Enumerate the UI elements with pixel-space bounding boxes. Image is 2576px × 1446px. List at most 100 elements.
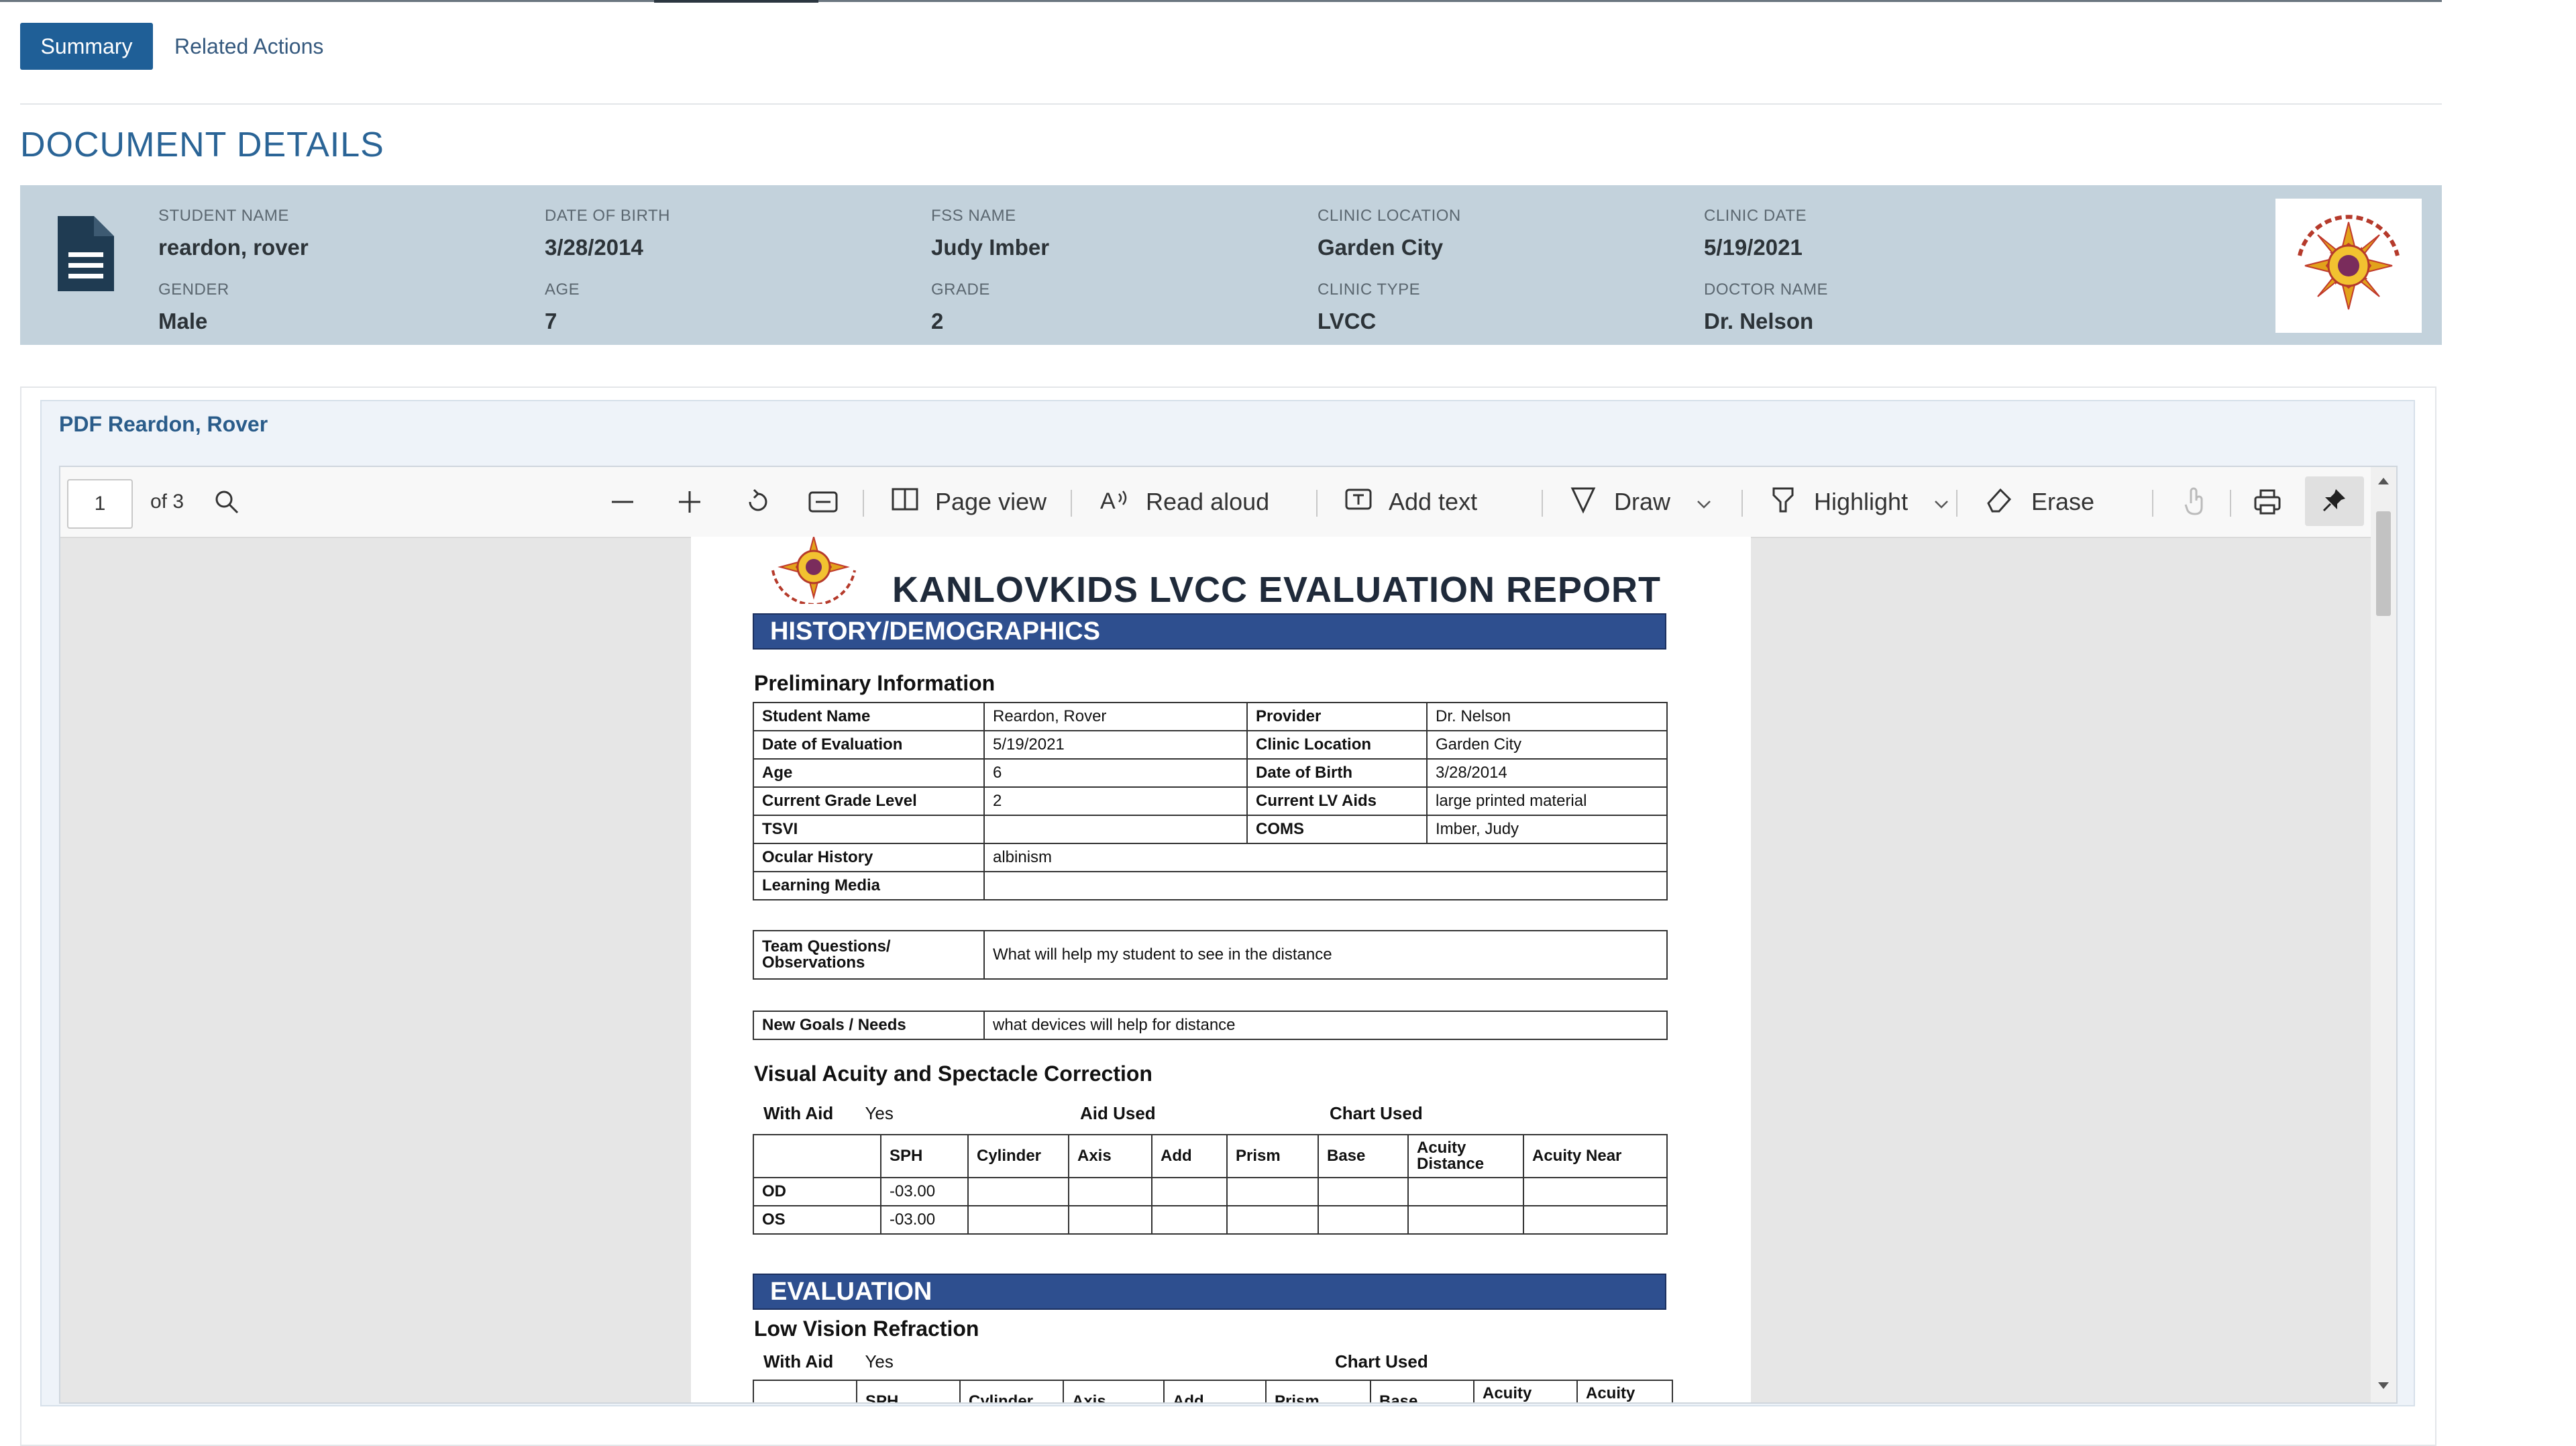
value: reardon, rover <box>158 235 309 260</box>
table-header-cell: Add <box>1151 1134 1228 1178</box>
table-header-cell: Acuity Near <box>1523 1134 1668 1178</box>
value: Dr. Nelson <box>1704 309 1814 333</box>
label: DOCTOR NAME <box>1704 280 1829 299</box>
zoom-out-icon[interactable] <box>609 467 636 537</box>
table-cell <box>1407 1177 1524 1206</box>
table-label-cell: Date of Birth <box>1246 758 1428 788</box>
pdf-title: PDF Reardon, Rover <box>59 412 268 436</box>
tab-summary[interactable]: Summary <box>20 23 153 70</box>
clinic-type-field: CLINIC TYPE LVCC <box>1318 280 1420 334</box>
highlighter-icon <box>1770 484 1796 520</box>
chart-used-label: Chart Used <box>1330 1103 1423 1123</box>
vertical-scrollbar[interactable] <box>2371 467 2396 1402</box>
highlight-button[interactable]: Highlight <box>1770 467 1949 537</box>
page-count: of 3 <box>150 490 184 513</box>
search-icon[interactable] <box>213 467 240 537</box>
table-header-row: SPHCylinderAxisAddPrismBaseAcuity Distan… <box>753 1380 1673 1402</box>
table-cell: -03.00 <box>880 1205 969 1235</box>
table-cell <box>1151 1177 1228 1206</box>
table-label-cell: COMS <box>1246 815 1428 844</box>
value: Judy Imber <box>931 235 1050 260</box>
table-header-cell <box>753 1134 881 1178</box>
value: 3/28/2014 <box>545 235 643 260</box>
pin-icon <box>2321 486 2348 517</box>
scroll-up-icon[interactable] <box>2377 476 2390 488</box>
page-view-icon <box>891 486 919 519</box>
new-goals-value: what devices will help for distance <box>983 1011 1668 1040</box>
ocular-history-label: Ocular History <box>753 843 985 872</box>
page-view-button[interactable]: Page view <box>891 467 1046 537</box>
draw-button[interactable]: Draw <box>1570 467 1712 537</box>
pdf-viewer[interactable]: 1 of 3 Page view A Read aloud Add text D… <box>59 466 2398 1404</box>
add-text-button[interactable]: Add text <box>1344 467 1477 537</box>
team-questions-value: What will help my student to see in the … <box>983 930 1668 980</box>
report-seal-logo <box>763 537 864 607</box>
low-vision-refraction-title: Low Vision Refraction <box>754 1316 979 1341</box>
rotate-icon[interactable] <box>743 467 773 537</box>
table-row: Age 6 Date of Birth 3/28/2014 <box>753 758 1668 788</box>
touch-icon[interactable] <box>2182 467 2207 537</box>
label: STUDENT NAME <box>158 207 289 225</box>
erase-button[interactable]: Erase <box>1984 467 2094 537</box>
table-header-cell: Base <box>1318 1134 1409 1178</box>
tab-related-actions[interactable]: Related Actions <box>174 23 323 70</box>
evaluation-banner: EVALUATION <box>753 1274 1666 1310</box>
table-label-cell: Current LV Aids <box>1246 786 1428 816</box>
highlight-label: Highlight <box>1814 488 1909 515</box>
table-value-cell: Garden City <box>1426 730 1668 760</box>
lvr-with-aid-value: Yes <box>865 1351 894 1372</box>
table-header-row: SPHCylinderAxisAddPrismBaseAcuity Distan… <box>753 1134 1668 1178</box>
ocular-history-value: albinism <box>983 843 1668 872</box>
table-header-cell: Cylinder <box>967 1134 1069 1178</box>
gender-field: GENDER Male <box>158 280 229 334</box>
read-aloud-button[interactable]: A Read aloud <box>1100 467 1269 537</box>
table-header-cell <box>753 1380 857 1402</box>
add-text-icon <box>1344 486 1373 519</box>
learning-media-value <box>983 871 1668 900</box>
table-header-cell: Axis <box>1063 1380 1165 1402</box>
table-header-cell: Prism <box>1226 1134 1319 1178</box>
chevron-down-icon[interactable] <box>1696 488 1712 516</box>
scroll-down-icon[interactable] <box>2377 1381 2390 1393</box>
lvr-with-aid-label: With Aid <box>763 1351 834 1372</box>
draw-icon <box>1570 484 1597 520</box>
new-goals-table: New Goals / Needs what devices will help… <box>753 1011 1668 1040</box>
low-vision-refraction-table: SPHCylinderAxisAddPrismBaseAcuity Distan… <box>753 1380 1673 1402</box>
table-value-cell: Dr. Nelson <box>1426 702 1668 731</box>
table-label-cell: Age <box>753 758 985 788</box>
label: CLINIC TYPE <box>1318 280 1421 299</box>
table-header-cell: Add <box>1163 1380 1267 1402</box>
label: AGE <box>545 280 580 299</box>
print-icon[interactable] <box>2253 467 2282 537</box>
report-title: KANLOVKIDS LVCC EVALUATION REPORT <box>892 570 1662 610</box>
value: 2 <box>931 309 944 333</box>
zoom-in-icon[interactable] <box>676 467 703 537</box>
label: DATE OF BIRTH <box>545 207 670 225</box>
page-view-label: Page view <box>935 488 1047 515</box>
label: GENDER <box>158 280 229 299</box>
svg-text:A: A <box>1100 488 1116 513</box>
table-cell: -03.00 <box>880 1177 969 1206</box>
pdf-toolbar: 1 of 3 Page view A Read aloud Add text D… <box>60 467 2396 538</box>
history-banner: HISTORY/DEMOGRAPHICS <box>753 613 1666 650</box>
scroll-thumb[interactable] <box>2376 511 2391 616</box>
pin-toolbar-button[interactable] <box>2305 476 2364 526</box>
fit-width-icon[interactable] <box>808 467 839 537</box>
table-row: OS -03.00 <box>753 1205 1668 1235</box>
aid-used-label: Aid Used <box>1080 1103 1156 1123</box>
table-value-cell: 3/28/2014 <box>1426 758 1668 788</box>
table-label-cell: Current Grade Level <box>753 786 985 816</box>
value: Male <box>158 309 208 333</box>
lvr-chart-used-label: Chart Used <box>1335 1351 1428 1372</box>
with-aid-value: Yes <box>865 1103 894 1123</box>
read-aloud-label: Read aloud <box>1146 488 1270 515</box>
draw-label: Draw <box>1614 488 1671 515</box>
page-number-input[interactable]: 1 <box>67 479 133 529</box>
table-cell <box>1068 1177 1152 1206</box>
school-seal-logo <box>2275 199 2422 333</box>
table-value-cell <box>983 815 1248 844</box>
label: CLINIC DATE <box>1704 207 1807 225</box>
chevron-down-icon[interactable] <box>1933 488 1949 516</box>
table-row: Current Grade Level 2 Current LV Aids large… <box>753 786 1668 816</box>
table-row: TSVI COMS Imber, Judy <box>753 815 1668 844</box>
